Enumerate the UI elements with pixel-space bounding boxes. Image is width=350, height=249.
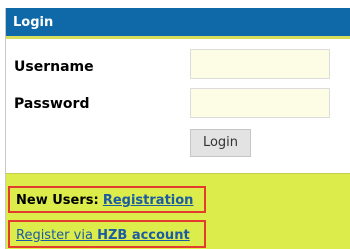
- password-label: Password: [14, 96, 90, 112]
- login-button[interactable]: Login: [190, 129, 251, 157]
- username-label: Username: [14, 59, 94, 75]
- new-users-label: New Users:: [16, 193, 99, 208]
- register-via-hzb-link[interactable]: Register via HZB account: [16, 229, 190, 242]
- register-via-text: Register via: [16, 228, 93, 243]
- hzb-account-text: HZB account: [97, 228, 190, 243]
- hzb-highlight-box: Register via HZB account: [8, 220, 206, 248]
- login-panel: Login Username Password Login New Users:…: [5, 8, 350, 249]
- registration-highlight-box: New Users: Registration: [8, 186, 206, 213]
- username-input[interactable]: [190, 49, 330, 79]
- registration-line: New Users: Registration: [16, 194, 193, 207]
- registration-link[interactable]: Registration: [103, 193, 194, 208]
- password-input[interactable]: [190, 88, 330, 118]
- login-title: Login: [13, 15, 54, 30]
- new-users-section: New Users: Registration Register via HZB…: [6, 173, 350, 249]
- login-header: Login: [6, 8, 350, 39]
